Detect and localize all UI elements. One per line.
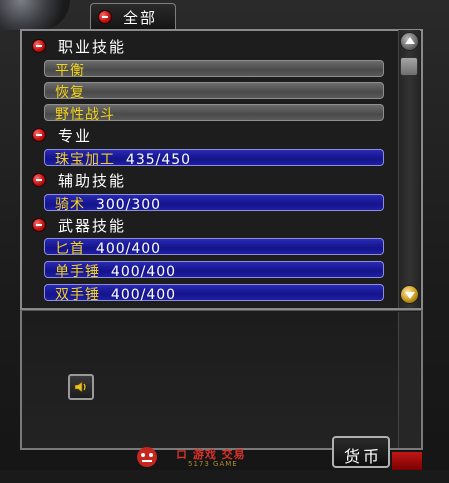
category-class-skills[interactable]: 职业技能	[58, 36, 126, 57]
collapse-secondary-skills-icon[interactable]	[32, 173, 46, 187]
bottom-border	[0, 470, 449, 483]
arrow-down-icon[interactable]	[400, 285, 419, 304]
sound-toggle-button[interactable]	[68, 374, 94, 400]
skill-value: 435/450	[125, 152, 192, 168]
collapse-professions-icon[interactable]	[32, 128, 46, 142]
skill-value: 400/400	[95, 241, 162, 257]
skill-name: 珠宝加工	[55, 152, 115, 168]
skill-row-daggers[interactable]: 匕首 400/400	[44, 238, 384, 257]
close-tab-strip[interactable]	[392, 452, 422, 470]
minus-icon[interactable]	[98, 10, 112, 24]
collapse-weapon-skills-icon[interactable]	[32, 218, 46, 232]
skill-row-jewelcrafting[interactable]: 珠宝加工 435/450	[44, 149, 384, 168]
skill-value: 400/400	[110, 287, 177, 303]
skill-name: 平衡	[55, 63, 85, 79]
skill-row-feral-combat[interactable]: 野性战斗	[44, 104, 384, 123]
tab-all-label: 全部	[123, 9, 158, 27]
skill-name: 骑术	[55, 197, 85, 213]
skill-name: 匕首	[55, 241, 85, 257]
collapse-class-skills-icon[interactable]	[32, 39, 46, 53]
category-weapon-skills[interactable]: 武器技能	[58, 215, 126, 236]
category-secondary-skills[interactable]: 辅助技能	[58, 170, 126, 191]
arrow-up-icon[interactable]	[400, 32, 419, 51]
skill-row-one-handed-maces[interactable]: 单手锤 400/400	[44, 261, 384, 280]
currency-button[interactable]: 货币	[332, 436, 390, 468]
skill-name: 野性战斗	[55, 107, 115, 123]
skill-row-two-handed-maces[interactable]: 双手锤 400/400	[44, 284, 384, 303]
skill-name: 单手锤	[55, 264, 100, 280]
skill-row-balance[interactable]: 平衡	[44, 60, 384, 79]
watermark-logo-icon	[137, 447, 157, 467]
detail-scrollbar[interactable]	[398, 312, 420, 448]
skill-value: 300/300	[95, 197, 162, 213]
skill-name: 双手锤	[55, 287, 100, 303]
skill-row-restoration[interactable]: 恢复	[44, 82, 384, 101]
speaker-icon	[74, 381, 86, 393]
category-professions[interactable]: 专业	[58, 125, 92, 146]
scroll-thumb[interactable]	[400, 57, 418, 76]
skill-value: 400/400	[110, 264, 177, 280]
skill-name: 恢复	[55, 85, 85, 101]
watermark-subtext: 5173 GAME	[188, 460, 238, 468]
tab-all[interactable]: 全部	[90, 3, 176, 30]
skill-row-riding[interactable]: 骑术 300/300	[44, 194, 384, 213]
currency-button-label: 货币	[344, 447, 383, 466]
